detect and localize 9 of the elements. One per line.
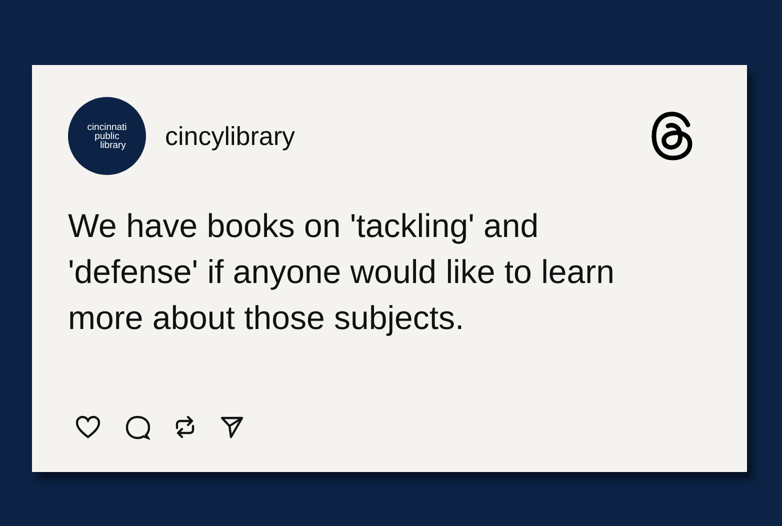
logo-text-line: cincinnati (87, 122, 127, 132)
logo-text-line: public (94, 132, 120, 140)
post-text: We have books on 'tackling' and 'defense' if anyone would like to learn more about those subjects. (68, 206, 616, 338)
logo-text-line: library (100, 140, 126, 150)
send-icon[interactable] (220, 415, 244, 439)
repost-icon[interactable] (174, 414, 196, 440)
speech-bubble-icon[interactable] (125, 414, 150, 440)
heart-icon[interactable] (75, 415, 101, 439)
username: cincylibrary (165, 120, 296, 152)
